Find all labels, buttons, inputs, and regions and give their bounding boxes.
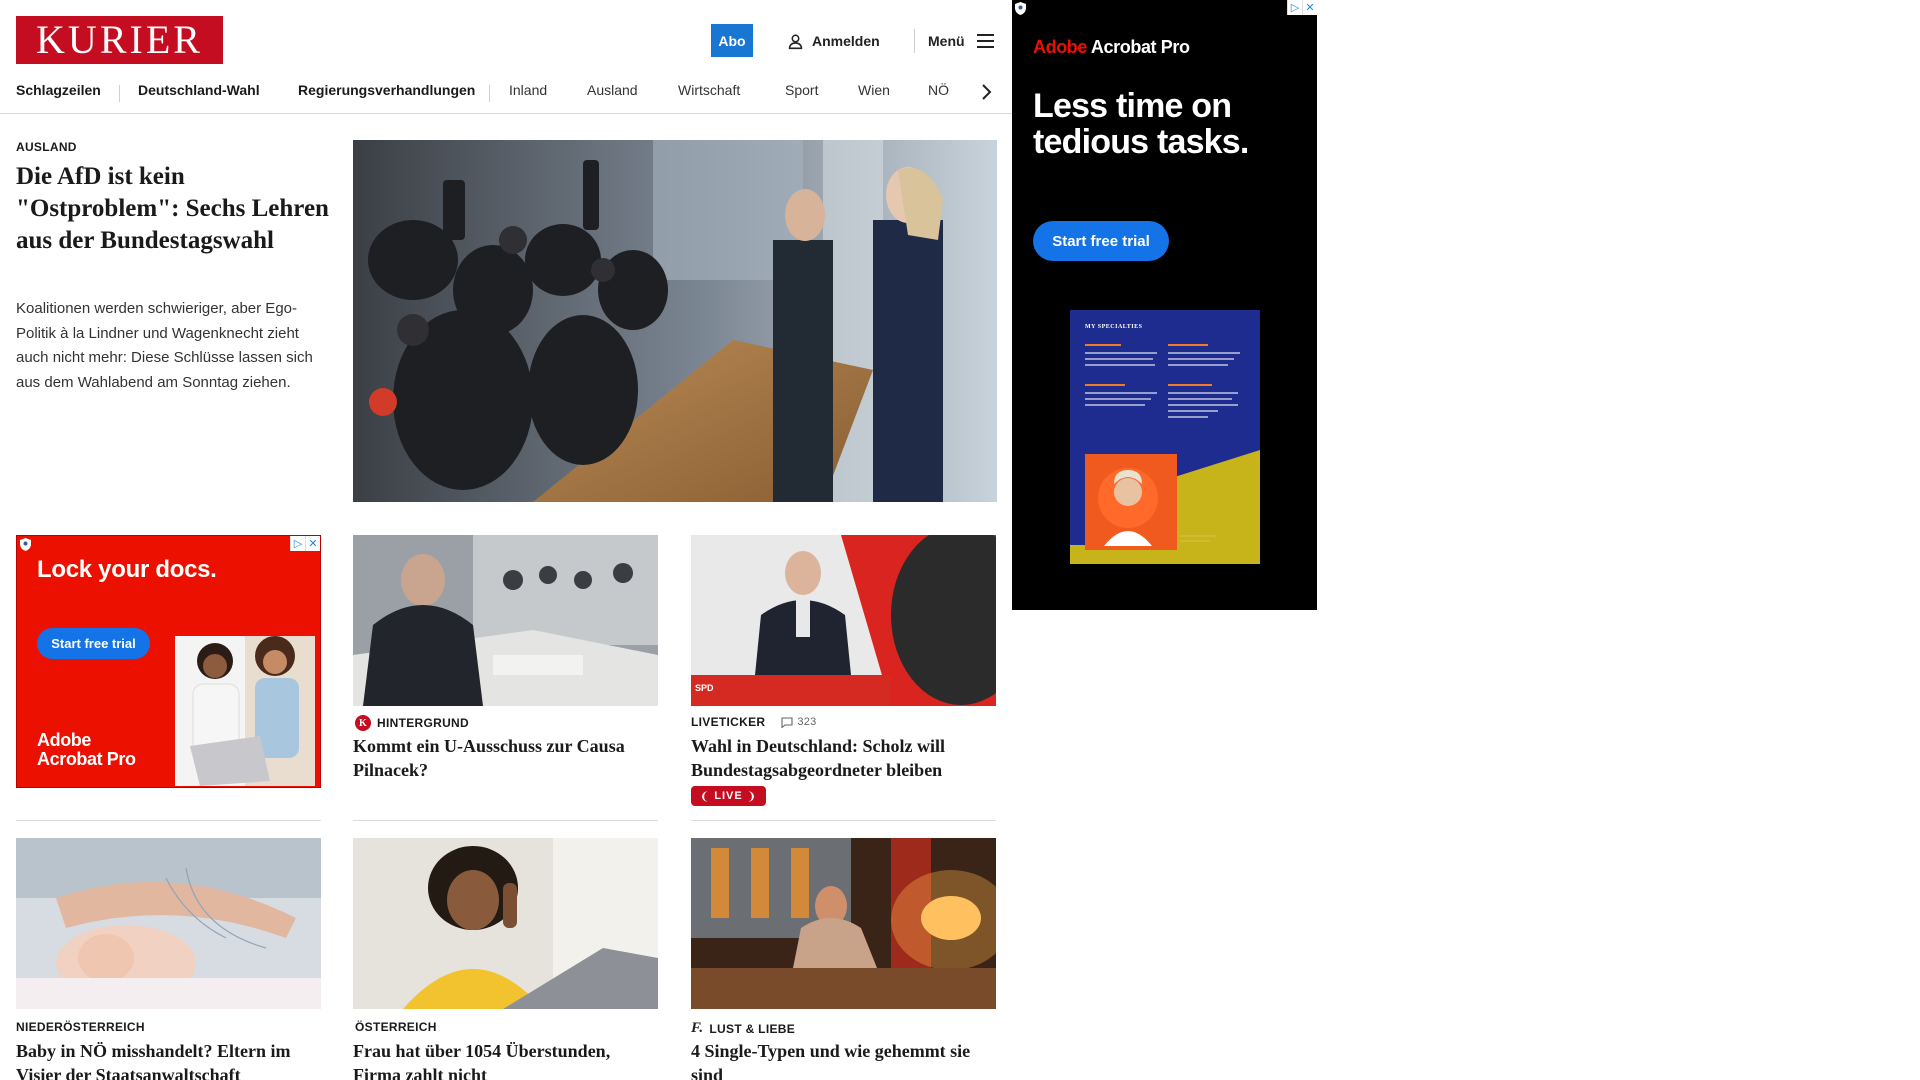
ad-brand-line2: Acrobat Pro: [37, 749, 136, 769]
kurier-site: KURIER Abo Anmelden Menü Schlagzeilen De…: [0, 0, 1012, 1080]
card-image-u-ausschuss[interactable]: [353, 535, 658, 706]
card-image-single[interactable]: [691, 838, 996, 1009]
close-icon[interactable]: ✕: [305, 536, 320, 551]
card-image-overtime[interactable]: [353, 838, 658, 1009]
card-kicker[interactable]: NIEDERÖSTERREICH: [16, 1020, 145, 1034]
abo-button[interactable]: Abo: [711, 24, 753, 57]
nav-item-inland[interactable]: Inland: [509, 82, 547, 98]
hero-headline[interactable]: Die AfD ist kein "Ostproblem": Sechs Leh…: [16, 161, 336, 257]
row-divider: [691, 820, 996, 821]
lust-liebe-icon: f.: [691, 1020, 704, 1036]
comment-count-label: 323: [797, 716, 817, 728]
ad-start-trial-button[interactable]: Start free trial: [1033, 221, 1169, 261]
card-image-scholz[interactable]: SPD: [691, 535, 996, 706]
close-icon[interactable]: ✕: [1302, 0, 1317, 15]
card-headline[interactable]: Baby in NÖ misshandelt? Eltern im Visier…: [16, 1039, 321, 1080]
ad-headline: Lock your docs.: [37, 556, 217, 583]
live-badge: ❨ LIVE ❩: [691, 786, 767, 806]
user-icon: [788, 34, 803, 49]
nav-item-regierungsverhandlungen[interactable]: Regierungsverhandlungen: [298, 82, 475, 98]
nav-item-wirtschaft[interactable]: Wirtschaft: [678, 82, 740, 98]
live-signal-icon: ❩: [742, 790, 758, 803]
hamburger-icon: [976, 34, 994, 48]
kurier-plus-icon: K: [355, 715, 371, 731]
ad-shield-icon: [20, 538, 31, 551]
row-divider: [353, 820, 658, 821]
card-kicker[interactable]: f. LUST & LIEBE: [691, 1020, 795, 1037]
card-image-baby[interactable]: [16, 838, 321, 1009]
card-kicker[interactable]: LIVETICKER 323: [691, 715, 817, 729]
svg-text:SPD: SPD: [695, 683, 714, 693]
nav-item-deutschland-wahl[interactable]: Deutschland-Wahl: [138, 82, 260, 98]
login-label: Anmelden: [812, 33, 880, 49]
login-button[interactable]: Anmelden: [787, 29, 880, 53]
ad-brand-adobe: Adobe: [1033, 37, 1087, 57]
nav-item-schlagzeilen[interactable]: Schlagzeilen: [16, 82, 101, 98]
adchoices-badge[interactable]: ▷ ✕: [290, 536, 320, 551]
ad-brand-product: Acrobat Pro: [1087, 37, 1190, 57]
menu-button[interactable]: Menü: [928, 29, 994, 53]
hero-kicker[interactable]: AUSLAND: [16, 140, 77, 154]
nav-divider: [489, 85, 490, 102]
live-label: LIVE: [714, 790, 743, 802]
card-kicker-label: LIVETICKER: [691, 715, 766, 729]
card-kicker-label: LUST & LIEBE: [709, 1021, 796, 1036]
nav-item-wien[interactable]: Wien: [858, 82, 890, 98]
ad-document-preview: MY SPECIALTIES: [1070, 310, 1260, 564]
adchoices-icon: ▷: [1287, 0, 1302, 15]
header-divider: [914, 29, 915, 53]
ad-brand: Adobe Acrobat Pro: [37, 731, 136, 769]
card-kicker-label: HINTERGRUND: [377, 716, 469, 730]
ad-headline: Less time on tedious tasks.: [1033, 87, 1249, 161]
ad-brand: Adobe Acrobat Pro: [1033, 37, 1190, 58]
comment-icon: [781, 716, 793, 728]
ad-shield-icon: [1015, 2, 1026, 15]
comment-count[interactable]: 323: [781, 716, 816, 728]
nav-divider: [119, 85, 120, 102]
adobe-ad-lock-docs[interactable]: ▷ ✕ Lock your docs. Start free trial Adob…: [16, 535, 321, 788]
kurier-logo[interactable]: KURIER: [16, 16, 223, 64]
ad-brand-line1: Adobe: [37, 730, 91, 750]
card-headline[interactable]: Frau hat über 1054 Überstunden, Firma za…: [353, 1039, 658, 1080]
card-kicker[interactable]: ÖSTERREICH: [355, 1020, 437, 1034]
nav-item-ausland[interactable]: Ausland: [587, 82, 638, 98]
live-signal-icon: ❨: [700, 790, 715, 803]
card-headline[interactable]: 4 Single-Typen und wie gehemmt sie sind: [691, 1039, 996, 1080]
hero-image-press-photographers[interactable]: [353, 140, 997, 502]
ad-document-title: MY SPECIALTIES: [1085, 324, 1143, 330]
menu-label: Menü: [928, 33, 965, 49]
nav-item-sport[interactable]: Sport: [785, 82, 818, 98]
adchoices-icon: ▷: [290, 536, 305, 551]
nav-item-noe[interactable]: NÖ: [928, 82, 949, 98]
section-nav: Schlagzeilen Deutschland-Wahl Regierungs…: [0, 76, 1012, 114]
ad-start-trial-button[interactable]: Start free trial: [37, 628, 150, 659]
ad-women-laptop-image: [175, 636, 315, 786]
row-divider: [16, 820, 321, 821]
adchoices-badge[interactable]: ▷ ✕: [1287, 0, 1317, 15]
hero-lead: Koalitionen werden schwieriger, aber Ego…: [16, 300, 313, 391]
card-headline[interactable]: Wahl in Deutschland: Scholz will Bundest…: [691, 734, 996, 782]
chevron-right-icon[interactable]: [976, 80, 996, 104]
card-headline[interactable]: Kommt ein U-Ausschuss zur Causa Pilnacek…: [353, 734, 658, 782]
adobe-ad-less-time[interactable]: ▷ ✕ Adobe Acrobat Pro Less time on tediou…: [1012, 0, 1317, 610]
card-kicker[interactable]: K HINTERGRUND: [355, 715, 469, 731]
